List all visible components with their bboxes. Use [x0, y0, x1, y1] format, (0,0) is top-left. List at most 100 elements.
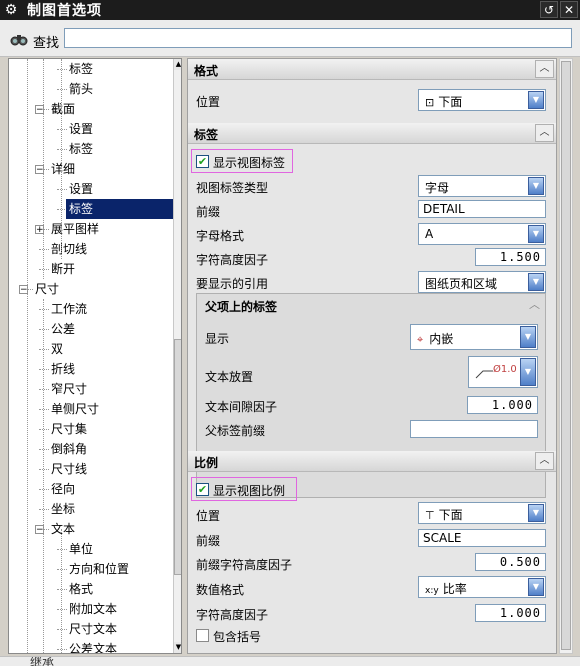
tree-item[interactable]: 尺寸文本 — [69, 619, 117, 639]
char-height-label: 字符高度因子 — [196, 608, 269, 622]
char-height-field[interactable]: 1.000 — [475, 604, 546, 622]
tree-connector — [39, 269, 49, 270]
show-view-scale-checkbox[interactable]: ✔ — [196, 483, 209, 496]
collapse-icon[interactable]: ︿ — [535, 124, 554, 142]
scroll-down-icon[interactable]: ▼ — [174, 642, 181, 653]
prefix-field[interactable]: DETAIL — [418, 200, 546, 218]
search-bar: 查找 — [0, 20, 580, 57]
letter-height-field[interactable]: 1.500 — [475, 248, 546, 266]
tree-item[interactable]: 尺寸集 — [51, 419, 87, 439]
tree-item[interactable]: 箭头 — [69, 79, 93, 99]
tree-item[interactable]: 倒斜角 — [51, 439, 87, 459]
chevron-down-icon: ▼ — [528, 504, 544, 522]
chevron-down-icon: ▼ — [520, 326, 536, 348]
scale-position-value: ⊤ 下面 — [425, 508, 463, 522]
text-placement-dropdown[interactable]: Ø1.0 ▼ — [468, 356, 538, 388]
tree-connector — [39, 249, 49, 250]
chevron-down-icon: ▼ — [528, 225, 544, 243]
tree-item[interactable]: 工作流 — [51, 299, 87, 319]
tree-item[interactable]: 断开 — [51, 259, 75, 279]
tree-connector — [39, 309, 49, 310]
parent-prefix-field[interactable] — [410, 420, 538, 438]
include-parens-checkbox[interactable]: ✔ — [196, 629, 209, 642]
collapse-icon[interactable]: ︿ — [529, 296, 540, 312]
reset-icon[interactable]: ↺ — [540, 1, 558, 18]
tree-item[interactable]: 径向 — [51, 479, 75, 499]
show-view-scale-text: 显示视图比例 — [213, 484, 286, 498]
tree-item[interactable]: 设置 — [69, 119, 93, 139]
tree-item[interactable]: 方向和位置 — [69, 559, 129, 579]
tree-item[interactable]: 窄尺寸 — [51, 379, 87, 399]
collapse-icon[interactable]: ︿ — [535, 452, 554, 470]
tree-item[interactable]: 尺寸线 — [51, 459, 87, 479]
tree-item[interactable]: 截面 — [51, 99, 75, 119]
tree-item[interactable]: 双 — [51, 339, 63, 359]
format-section-header[interactable]: 格式 ︿ — [188, 59, 556, 80]
tree-connector — [57, 129, 67, 130]
tree-item[interactable]: 折线 — [51, 359, 75, 379]
tree-connector — [57, 629, 67, 630]
text-gap-label: 文本间隙因子 — [205, 400, 278, 414]
navigation-tree: 标签 箭头 − 截面 设置 标签 − 详细 设置 标签 + 展平图样 剖切线 断开 − 尺寸 工作流 公差双折线窄… — [8, 58, 182, 654]
prefix-height-label: 前缀字符高度因子 — [196, 558, 293, 572]
gear-icon[interactable]: ⚙ — [3, 2, 19, 18]
tree-connector — [57, 569, 67, 570]
collapse-icon[interactable]: ︿ — [535, 60, 554, 78]
search-input[interactable] — [64, 28, 572, 48]
tree-connector — [39, 409, 49, 410]
tree-item[interactable]: 格式 — [69, 579, 93, 599]
position-below-icon: ⊤ — [425, 509, 435, 522]
tree-item[interactable]: 公差 — [51, 319, 75, 339]
tree-item[interactable]: 标签 — [69, 59, 93, 79]
scrollbar-thumb[interactable] — [561, 61, 571, 650]
tree-connector — [57, 189, 67, 190]
scale-prefix-field[interactable]: SCALE — [418, 529, 546, 547]
tree-item[interactable]: 标签 — [69, 139, 93, 159]
panel-scrollbar[interactable] — [559, 58, 573, 654]
tree-connector — [39, 449, 49, 450]
tree-item[interactable]: 尺寸 — [35, 279, 59, 299]
close-icon[interactable]: ✕ — [560, 1, 578, 18]
tree-item[interactable]: 公差文本 — [69, 639, 117, 653]
parent-label-group-title: 父项上的标签 — [205, 300, 278, 314]
binoculars-icon — [10, 35, 28, 46]
tree-connector — [39, 369, 49, 370]
number-format-label: 数值格式 — [196, 583, 245, 597]
reference-value: 图纸页和区域 — [425, 277, 498, 291]
tree-item[interactable]: 文本 — [51, 519, 75, 539]
text-gap-field[interactable]: 1.000 — [467, 396, 538, 414]
label-type-value: 字母 — [425, 181, 450, 195]
tree-connector — [57, 149, 67, 150]
tree-item[interactable]: 附加文本 — [69, 599, 117, 619]
label-section-header[interactable]: 标签 ︿ — [188, 123, 556, 144]
tree-item[interactable]: 单位 — [69, 539, 93, 559]
format-position-dropdown[interactable]: ⊡ 下面 ▼ — [418, 89, 546, 111]
scale-position-dropdown[interactable]: ⊤ 下面 ▼ — [418, 502, 546, 524]
scale-section-header[interactable]: 比例 ︿ — [188, 451, 556, 472]
reference-dropdown[interactable]: 图纸页和区域 ▼ — [418, 271, 546, 293]
tree-item[interactable]: 单侧尺寸 — [51, 399, 99, 419]
tree-connector — [57, 69, 67, 70]
parent-prefix-label: 父标签前缀 — [205, 424, 266, 438]
show-view-label-checkbox[interactable]: ✔ — [196, 155, 209, 168]
label-section-title: 标签 — [194, 128, 219, 142]
tree-connector — [57, 89, 67, 90]
scrollbar-thumb[interactable] — [174, 339, 181, 575]
tree-item[interactable]: 详细 — [51, 159, 75, 179]
number-format-dropdown[interactable]: x:y 比率 ▼ — [418, 576, 546, 598]
tree-connector — [39, 429, 49, 430]
tree-item[interactable]: 设置 — [69, 179, 93, 199]
label-type-dropdown[interactable]: 字母 ▼ — [418, 175, 546, 197]
include-parens-label: 包含括号 — [213, 630, 262, 644]
prefix-height-field[interactable]: 0.500 — [475, 553, 546, 571]
tree-scrollbar[interactable]: ▲ ▼ — [173, 59, 181, 653]
tree-item[interactable]: 展平图样 — [51, 219, 99, 239]
scroll-up-icon[interactable]: ▲ — [174, 59, 181, 70]
ratio-icon: x:y — [425, 586, 439, 596]
tree-item[interactable]: 坐标 — [51, 499, 75, 519]
display-dropdown[interactable]: ⌖ 内嵌 ▼ — [410, 324, 538, 350]
letter-format-dropdown[interactable]: A ▼ — [418, 223, 546, 245]
tree-item[interactable]: 剖切线 — [51, 239, 87, 259]
tree-item[interactable]: 标签 — [66, 199, 176, 219]
chevron-down-icon: ▼ — [528, 578, 544, 596]
